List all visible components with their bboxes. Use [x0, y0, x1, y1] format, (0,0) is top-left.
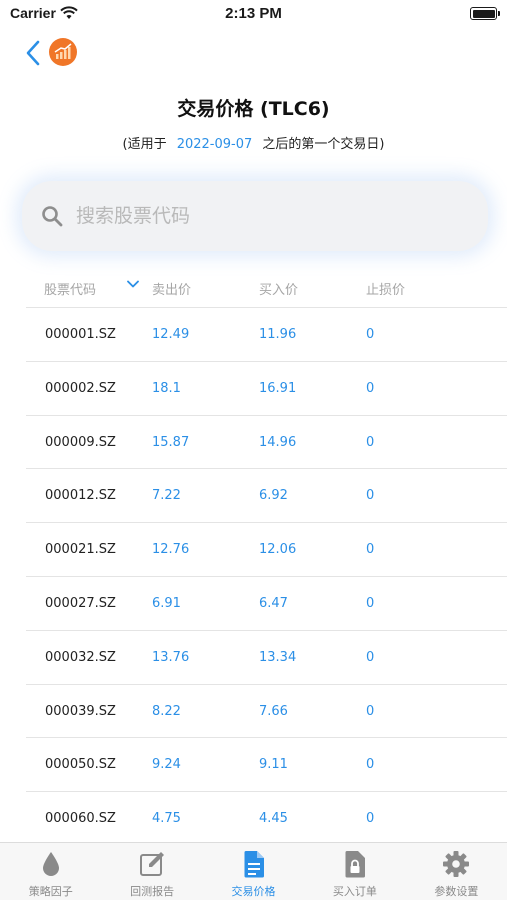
buy-price: 12.06: [259, 542, 297, 558]
drop-icon: [42, 852, 59, 876]
stop-price: 0: [366, 380, 375, 396]
table-row[interactable]: 000009.SZ 15.87 14.96 0: [26, 416, 507, 470]
header-buy-price: 买入价: [259, 283, 299, 298]
sell-price: 15.87: [152, 434, 190, 450]
search-input[interactable]: [76, 205, 456, 227]
stock-code: 000050.SZ: [45, 757, 116, 773]
table-row[interactable]: 000050.SZ 9.24 9.11 0: [26, 738, 507, 793]
subtitle-suffix: 之后的第一个交易日): [262, 137, 385, 152]
page-title: 交易价格 (TLC6): [177, 98, 330, 120]
stock-code: 000001.SZ: [45, 327, 116, 342]
table-row[interactable]: 000001.SZ 12.49 11.96 0: [26, 308, 507, 362]
stock-code: 000012.SZ: [45, 488, 116, 504]
stop-price: 0: [366, 488, 375, 504]
sell-price: 6.91: [152, 595, 181, 611]
stop-price: 0: [366, 327, 375, 342]
stock-code: 000009.SZ: [45, 434, 116, 450]
subtitle-prefix: (适用于: [122, 137, 167, 152]
stop-price: 0: [366, 811, 375, 827]
stock-code: 000027.SZ: [45, 595, 116, 611]
header-stock-code: 股票代码: [44, 283, 97, 298]
document-icon: [244, 851, 264, 878]
table-row[interactable]: 000060.SZ 4.75 4.45 0: [26, 792, 507, 846]
battery-icon: [470, 7, 500, 20]
chevron-left-icon: [26, 40, 40, 66]
status-time: 2:13 PM: [225, 5, 282, 22]
tab-backtest-report[interactable]: 回测报告: [101, 843, 202, 900]
tab-bar: 策略因子 回测报告 交易价格 买入订单 参数设置: [0, 842, 507, 900]
stock-code: 000039.SZ: [45, 703, 116, 719]
stock-code: 000021.SZ: [45, 542, 116, 558]
chevron-down-icon[interactable]: [126, 277, 140, 291]
table-row[interactable]: 000039.SZ 8.22 7.66 0: [26, 685, 507, 739]
buy-price: 16.91: [259, 380, 297, 396]
chart-logo-icon: [54, 43, 72, 59]
app-logo: [49, 38, 77, 66]
buy-price: 7.66: [259, 703, 288, 719]
buy-price: 4.45: [259, 811, 288, 827]
stock-code: 000002.SZ: [45, 380, 116, 396]
buy-price: 6.92: [259, 488, 288, 504]
stop-price: 0: [366, 649, 375, 665]
status-bar: Carrier 2:13 PM: [0, 0, 507, 30]
price-table: 000001.SZ 12.49 11.96 0 000002.SZ 18.1 1…: [26, 308, 507, 846]
tab-label: 参数设置: [434, 885, 479, 898]
buy-price: 11.96: [259, 327, 297, 342]
sell-price: 8.22: [152, 703, 181, 719]
tab-label: 策略因子: [28, 885, 73, 898]
tab-label: 交易价格: [231, 885, 276, 898]
back-button[interactable]: [22, 38, 46, 68]
edit-icon: [140, 852, 165, 876]
stock-code: 000060.SZ: [45, 811, 116, 827]
tab-settings[interactable]: 参数设置: [406, 843, 507, 900]
tab-trade-price[interactable]: 交易价格: [203, 843, 304, 900]
header-stop-price: 止损价: [366, 283, 406, 298]
buy-price: 6.47: [259, 595, 288, 611]
table-row[interactable]: 000012.SZ 7.22 6.92 0: [26, 469, 507, 524]
stock-code: 000032.SZ: [45, 649, 116, 665]
buy-price: 9.11: [259, 757, 288, 773]
table-row[interactable]: 000002.SZ 18.1 16.91 0: [26, 362, 507, 416]
stop-price: 0: [366, 757, 375, 773]
stop-price: 0: [366, 595, 375, 611]
sell-price: 9.24: [152, 757, 181, 773]
stop-price: 0: [366, 434, 375, 450]
stop-price: 0: [366, 542, 375, 558]
stop-price: 0: [366, 703, 375, 719]
page-subtitle: (适用于 2022-09-07 之后的第一个交易日): [0, 133, 507, 152]
sell-price: 4.75: [152, 811, 181, 827]
sell-price: 7.22: [152, 488, 181, 504]
sell-price: 12.49: [152, 327, 190, 342]
search-icon: [42, 206, 63, 227]
table-row[interactable]: 000027.SZ 6.91 6.47 0: [26, 577, 507, 631]
tab-buy-orders[interactable]: 买入订单: [304, 843, 405, 900]
lock-document-icon: [345, 851, 365, 878]
gear-icon: [443, 851, 470, 877]
search-bar[interactable]: [22, 181, 488, 251]
buy-price: 14.96: [259, 434, 297, 450]
sell-price: 18.1: [152, 380, 181, 396]
table-header: 股票代码 卖出价 买入价 止损价: [26, 272, 507, 308]
tab-strategy-factors[interactable]: 策略因子: [0, 843, 101, 900]
header-sell-price: 卖出价: [152, 283, 192, 298]
subtitle-date: 2022-09-07: [176, 137, 253, 152]
table-row[interactable]: 000021.SZ 12.76 12.06 0: [26, 523, 507, 577]
tab-label: 买入订单: [332, 885, 377, 898]
buy-price: 13.34: [259, 649, 297, 665]
sell-price: 12.76: [152, 542, 190, 558]
tab-label: 回测报告: [130, 885, 175, 898]
table-row[interactable]: 000032.SZ 13.76 13.34 0: [26, 631, 507, 685]
sell-price: 13.76: [152, 649, 190, 665]
